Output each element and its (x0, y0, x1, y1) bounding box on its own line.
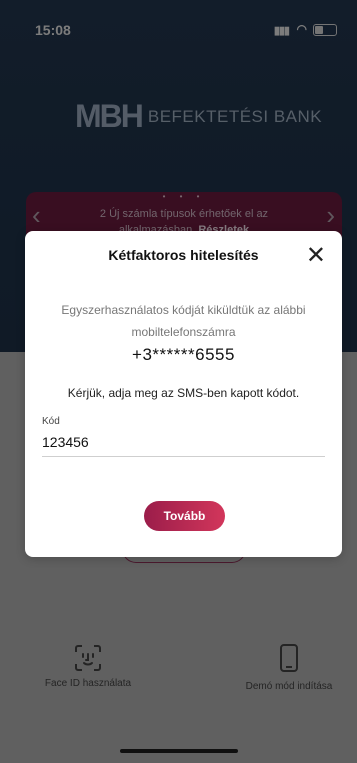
code-label: Kód (42, 416, 60, 427)
modal-description: Egyszerhasználatos kódját kiküldtük az a… (61, 303, 306, 339)
screen: 15:08 ▮▮▮ ◠ MBH BEFEKTETÉSI BANK • • • 2… (0, 0, 357, 763)
close-icon[interactable]: ✕ (306, 241, 326, 270)
code-input[interactable] (42, 428, 325, 457)
masked-phone: +3******6555 (132, 345, 235, 364)
sms-prompt: Kérjük, adja meg az SMS-ben kapott kódot… (67, 386, 300, 400)
two-factor-modal: Kétfaktoros hitelesítés ✕ Egyszerhasznál… (25, 231, 342, 557)
modal-title: Kétfaktoros hitelesítés (108, 247, 259, 263)
next-button[interactable]: Tovább (144, 501, 225, 531)
